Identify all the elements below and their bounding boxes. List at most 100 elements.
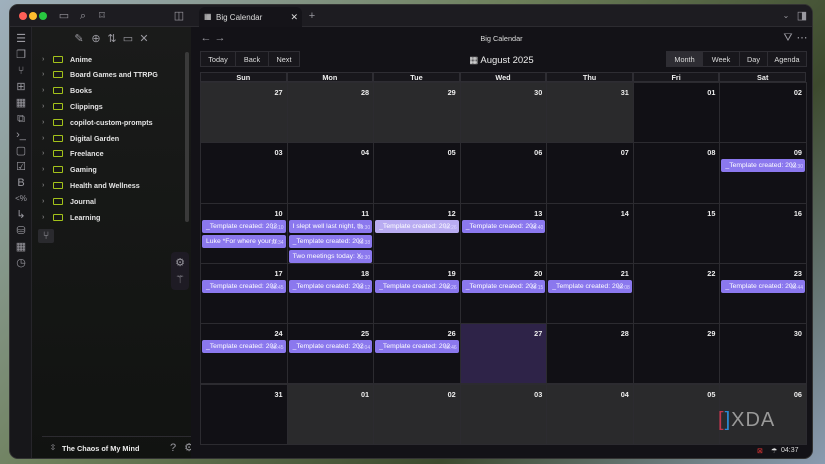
- copy-icon[interactable]: ⧉: [14, 113, 28, 125]
- chevron-down-icon[interactable]: ⌄: [779, 10, 793, 22]
- folder-item[interactable]: › Gaming: [42, 163, 97, 177]
- day-number[interactable]: 31: [621, 88, 629, 97]
- day-number[interactable]: 30: [534, 88, 542, 97]
- event-chip[interactable]: _Template created: 202 08:45: [202, 340, 286, 354]
- day-number[interactable]: 17: [274, 269, 282, 278]
- day-number[interactable]: 23: [794, 269, 802, 278]
- day-cell[interactable]: 26 _Template created: 202 08:46: [373, 323, 461, 385]
- event-chip[interactable]: _Template created: 202 08:26: [375, 279, 459, 293]
- event-chip[interactable]: Luke *For where your tr 13:34: [202, 234, 286, 248]
- day-cell[interactable]: 24 _Template created: 202 08:45: [200, 323, 288, 385]
- event-chip[interactable]: _Template created: 202 08:44: [721, 279, 805, 293]
- view-day-button[interactable]: Day: [739, 51, 768, 67]
- event-chip[interactable]: _Template created: 202 08:08: [548, 279, 632, 293]
- bookmark-icon[interactable]: ⌑: [95, 10, 109, 22]
- graph-icon[interactable]: ⑂: [14, 65, 28, 77]
- day-cell[interactable]: 30: [459, 82, 548, 144]
- day-cell[interactable]: 28: [286, 82, 375, 144]
- event-chip[interactable]: _Template created: 202 08:15: [461, 279, 546, 293]
- day-number[interactable]: 19: [448, 269, 456, 278]
- day-number[interactable]: 20: [534, 269, 542, 278]
- day-cell[interactable]: 01: [632, 82, 721, 144]
- event-chip[interactable]: _Template created: 202 08:26: [375, 219, 459, 233]
- more-options-icon[interactable]: ⋯: [795, 32, 809, 44]
- day-number[interactable]: 30: [794, 329, 802, 338]
- event-chip[interactable]: _Template created: 202 08:38: [288, 234, 373, 248]
- day-cell[interactable]: 02: [719, 82, 807, 144]
- day-number[interactable]: 26: [448, 329, 456, 338]
- file-icon[interactable]: ❐: [14, 49, 28, 61]
- collapse-all-icon[interactable]: ✕: [137, 33, 151, 45]
- event-chip[interactable]: I slept well last night, th 08:30: [288, 219, 373, 233]
- event-chip[interactable]: _Template created: 202 21:04: [288, 340, 373, 354]
- chat-icon[interactable]: ▢: [14, 145, 28, 157]
- search-icon[interactable]: ⌕: [76, 10, 90, 22]
- day-cell[interactable]: 25 _Template created: 202 21:04: [286, 323, 375, 385]
- folder-item[interactable]: › Anime: [42, 52, 92, 66]
- day-cell[interactable]: 30: [719, 323, 807, 385]
- new-tab-icon[interactable]: +: [305, 10, 319, 22]
- day-cell[interactable]: 14: [546, 202, 634, 264]
- view-month-button[interactable]: Month: [666, 51, 703, 67]
- canvas-icon[interactable]: ⊞: [14, 81, 28, 93]
- event-chip[interactable]: _Template created: 202 23:30: [721, 159, 805, 173]
- folder-icon[interactable]: ▭: [57, 10, 71, 22]
- day-number[interactable]: 29: [707, 329, 715, 338]
- clipboard-icon[interactable]: ☑: [14, 161, 28, 173]
- day-cell[interactable]: 03: [459, 383, 548, 445]
- day-cell[interactable]: 29: [373, 82, 461, 144]
- day-cell[interactable]: 20 _Template created: 202 08:15: [459, 262, 548, 325]
- day-number[interactable]: 08: [707, 148, 715, 157]
- folder-item[interactable]: › Digital Garden: [42, 131, 119, 145]
- day-number[interactable]: 06: [534, 148, 542, 157]
- day-cell[interactable]: 29: [632, 323, 721, 385]
- git-icon[interactable]: ↳: [14, 209, 28, 221]
- day-number[interactable]: 01: [361, 390, 369, 399]
- day-number[interactable]: 11: [361, 209, 369, 218]
- graph-view-icon[interactable]: ⑂: [38, 229, 54, 243]
- day-cell[interactable]: 07: [546, 142, 634, 204]
- day-cell[interactable]: 09 _Template created: 202 23:30: [719, 142, 807, 204]
- clock-icon[interactable]: ◷: [14, 257, 28, 269]
- day-number[interactable]: 03: [534, 390, 542, 399]
- day-number[interactable]: 15: [707, 209, 715, 218]
- day-cell[interactable]: 01: [286, 383, 375, 445]
- filter-icon[interactable]: ⛛: [781, 32, 795, 44]
- sidebar-toggle-icon[interactable]: ◫: [172, 10, 186, 22]
- new-folder-icon[interactable]: ⊕: [89, 33, 103, 45]
- day-number[interactable]: 07: [621, 148, 629, 157]
- day-number[interactable]: 14: [621, 209, 629, 218]
- day-number[interactable]: 13: [534, 209, 542, 218]
- day-cell[interactable]: 03: [200, 142, 288, 204]
- day-number[interactable]: 01: [707, 88, 715, 97]
- day-cell[interactable]: 31: [546, 82, 634, 144]
- day-cell[interactable]: 22: [632, 262, 721, 325]
- day-cell[interactable]: 27: [200, 82, 288, 144]
- rainbow-icon[interactable]: ☂: [771, 447, 777, 455]
- day-cell[interactable]: 10 _Template created: 202 10:10 Luke *For w…: [200, 202, 288, 264]
- day-number[interactable]: 21: [621, 269, 629, 278]
- day-number[interactable]: 24: [274, 329, 282, 338]
- day-number[interactable]: 04: [621, 390, 629, 399]
- day-number[interactable]: 03: [274, 148, 282, 157]
- database-stack-icon[interactable]: ⛁: [14, 225, 28, 237]
- day-number[interactable]: 18: [361, 269, 369, 278]
- event-chip[interactable]: Two meetings today: X 08:30: [288, 249, 373, 263]
- day-number[interactable]: 28: [361, 88, 369, 97]
- collapse-view-icon[interactable]: ▭: [121, 33, 135, 45]
- templater-icon[interactable]: <%: [14, 193, 28, 205]
- sort-icon[interactable]: ⇅: [105, 33, 119, 45]
- tab-big-calendar[interactable]: ▦ Big Calendar ✕: [199, 7, 302, 28]
- day-cell[interactable]: 17 _Template created: 202 08:45: [200, 262, 288, 325]
- maximize-window-button[interactable]: [39, 12, 47, 20]
- folder-item[interactable]: › copilot-custom-prompts: [42, 115, 153, 129]
- day-number[interactable]: 05: [707, 390, 715, 399]
- day-number[interactable]: 09: [794, 148, 802, 157]
- folder-item[interactable]: › Clippings: [42, 99, 103, 113]
- event-chip[interactable]: _Template created: 202 08:12: [288, 279, 373, 293]
- day-number[interactable]: 10: [274, 209, 282, 218]
- day-number[interactable]: 16: [794, 209, 802, 218]
- right-sidebar-toggle-icon[interactable]: ◨: [795, 10, 809, 22]
- event-chip[interactable]: _Template created: 202 10:10: [202, 219, 286, 233]
- folder-item[interactable]: › Freelance: [42, 147, 104, 161]
